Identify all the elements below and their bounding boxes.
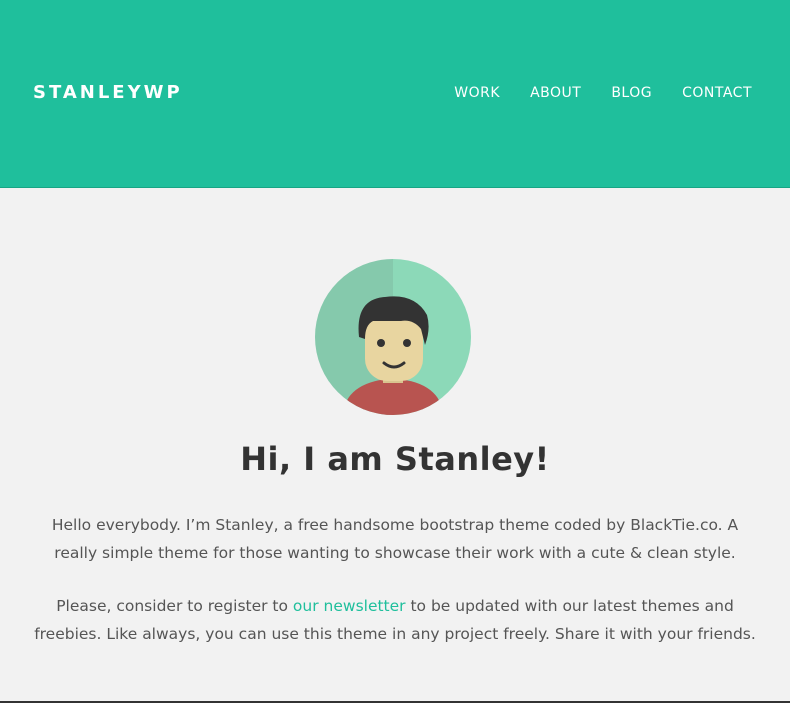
intro-paragraph: Hello everybody. I’m Stanley, a free han… [51, 516, 739, 562]
nav-item-about[interactable]: ABOUT [530, 85, 581, 101]
brand-logo[interactable]: STANLEYWP [33, 82, 183, 103]
avatar-icon [315, 259, 471, 415]
page-title: Hi, I am Stanley! [240, 440, 550, 478]
nav-item-work[interactable]: WORK [454, 85, 500, 101]
newsletter-paragraph: Please, consider to register to our news… [30, 592, 760, 648]
newsletter-text-before: Please, consider to register to [56, 597, 293, 615]
nav-item-contact[interactable]: CONTACT [682, 85, 752, 101]
nav-item-blog[interactable]: BLOG [611, 85, 652, 101]
main-nav: WORK ABOUT BLOG CONTACT [454, 85, 752, 101]
newsletter-link[interactable]: our newsletter [293, 597, 406, 615]
site-header: STANLEYWP WORK ABOUT BLOG CONTACT [0, 0, 790, 188]
